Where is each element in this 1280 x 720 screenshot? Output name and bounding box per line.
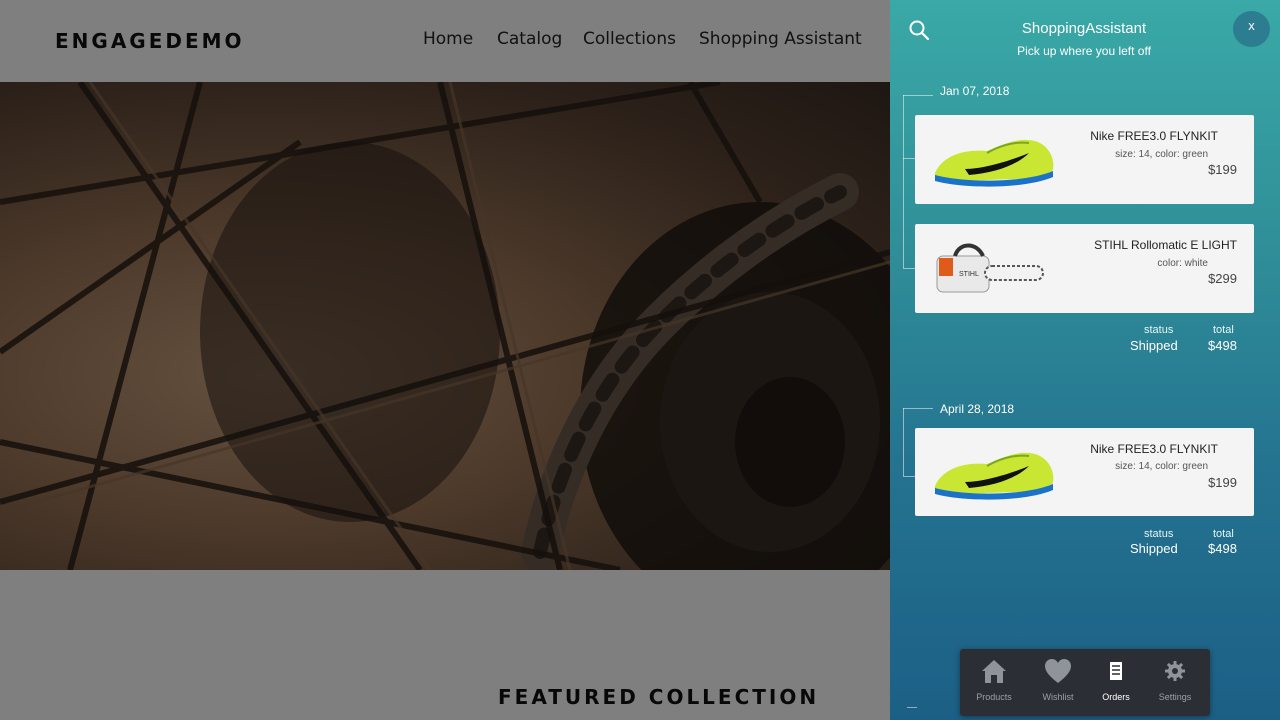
panel-title: ShoppingAssistant bbox=[1021, 20, 1147, 37]
bottom-nav-label: Settings bbox=[1158, 692, 1192, 702]
timeline-line bbox=[903, 95, 904, 268]
timeline-line bbox=[903, 408, 904, 476]
heart-icon bbox=[1045, 659, 1071, 683]
bottom-nav-settings[interactable]: Settings bbox=[1144, 649, 1206, 716]
order-total: $498 bbox=[1208, 541, 1237, 556]
close-button[interactable]: x bbox=[1233, 11, 1270, 47]
item-name: Nike FREE3.0 FLYNKIT bbox=[1090, 442, 1218, 456]
home-icon bbox=[982, 660, 1006, 683]
item-options: color: white bbox=[1157, 258, 1208, 269]
panel-subtitle: Pick up where you left off bbox=[1017, 44, 1151, 58]
chainsaw-icon: STIHL bbox=[936, 243, 1044, 293]
orders-icon bbox=[1110, 662, 1122, 680]
assistant-bottom-nav: Products Wishlist Orders Settings bbox=[960, 649, 1210, 716]
order-total: $498 bbox=[1208, 338, 1237, 353]
item-options: size: 14, color: green bbox=[1115, 461, 1208, 472]
order-total-label: total bbox=[1213, 324, 1234, 336]
sneaker-icon bbox=[934, 139, 1054, 187]
order-item-card[interactable]: Nike FREE3.0 FLYNKIT size: 14, color: gr… bbox=[915, 115, 1254, 204]
shopping-assistant-panel: ShoppingAssistant Pick up where you left… bbox=[890, 0, 1280, 720]
sneaker-icon bbox=[934, 452, 1054, 500]
item-price: $299 bbox=[1208, 271, 1237, 286]
order-status: Shipped bbox=[1130, 338, 1178, 353]
order-item-card[interactable]: Nike FREE3.0 FLYNKIT size: 14, color: gr… bbox=[915, 428, 1254, 516]
order-date: April 28, 2018 bbox=[940, 402, 1015, 416]
order-total-label: total bbox=[1213, 528, 1234, 540]
bottom-nav-label: Products bbox=[976, 692, 1012, 702]
scroll-indicator bbox=[907, 707, 917, 708]
bottom-nav-label: Wishlist bbox=[1042, 692, 1074, 702]
order-status-label: status bbox=[1144, 528, 1174, 540]
item-price: $199 bbox=[1208, 475, 1237, 490]
item-name: Nike FREE3.0 FLYNKIT bbox=[1090, 129, 1218, 143]
timeline-tick bbox=[903, 95, 933, 96]
gear-icon bbox=[1165, 661, 1185, 681]
item-options: size: 14, color: green bbox=[1115, 149, 1208, 160]
order-date: Jan 07, 2018 bbox=[940, 84, 1010, 98]
timeline-tick bbox=[903, 268, 915, 269]
bottom-nav-wishlist[interactable]: Wishlist bbox=[1027, 649, 1089, 716]
timeline-tick bbox=[903, 476, 915, 477]
order-status-label: status bbox=[1144, 324, 1174, 336]
modal-overlay[interactable] bbox=[0, 0, 890, 720]
item-name: STIHL Rollomatic E LIGHT bbox=[1094, 238, 1237, 252]
order-status: Shipped bbox=[1130, 541, 1178, 556]
order-item-card[interactable]: STIHL STIHL Rollomatic E LIGHT color: wh… bbox=[915, 224, 1254, 313]
svg-text:STIHL: STIHL bbox=[959, 271, 979, 278]
bottom-nav-label: Orders bbox=[1102, 692, 1130, 702]
timeline-tick bbox=[903, 158, 915, 159]
bottom-nav-products[interactable]: Products bbox=[963, 649, 1025, 716]
timeline-tick bbox=[903, 408, 933, 409]
bottom-nav-orders[interactable]: Orders bbox=[1085, 649, 1147, 716]
item-price: $199 bbox=[1208, 162, 1237, 177]
